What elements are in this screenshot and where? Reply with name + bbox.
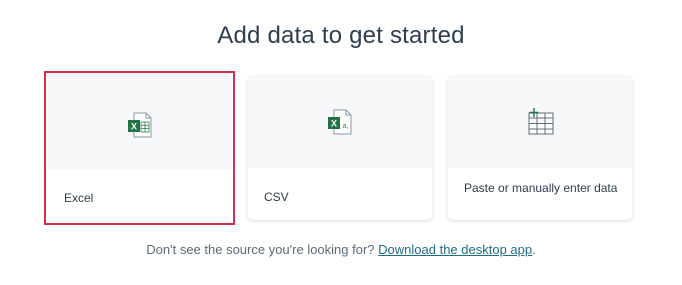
card-label: Excel bbox=[64, 191, 94, 205]
excel-source-card[interactable]: X Excel bbox=[44, 71, 235, 225]
card-label: CSV bbox=[264, 190, 289, 204]
footer-text: Don't see the source you're looking for? bbox=[146, 242, 375, 257]
svg-text:X: X bbox=[130, 122, 136, 132]
footer-message: Don't see the source you're looking for?… bbox=[0, 242, 682, 257]
card-label: Paste or manually enter data bbox=[464, 181, 618, 195]
page-title: Add data to get started bbox=[217, 22, 465, 49]
excel-file-icon: X bbox=[127, 112, 151, 138]
paste-data-source-card[interactable]: Paste or manually enter data bbox=[448, 76, 632, 220]
download-desktop-app-link[interactable]: Download the desktop app bbox=[378, 242, 532, 257]
svg-text:a,: a, bbox=[343, 123, 349, 130]
svg-text:X: X bbox=[331, 119, 337, 129]
csv-file-icon: a, X bbox=[328, 109, 352, 135]
csv-source-card[interactable]: a, X CSV bbox=[248, 76, 432, 220]
footer-period: . bbox=[532, 242, 536, 257]
table-grid-icon bbox=[528, 108, 554, 135]
